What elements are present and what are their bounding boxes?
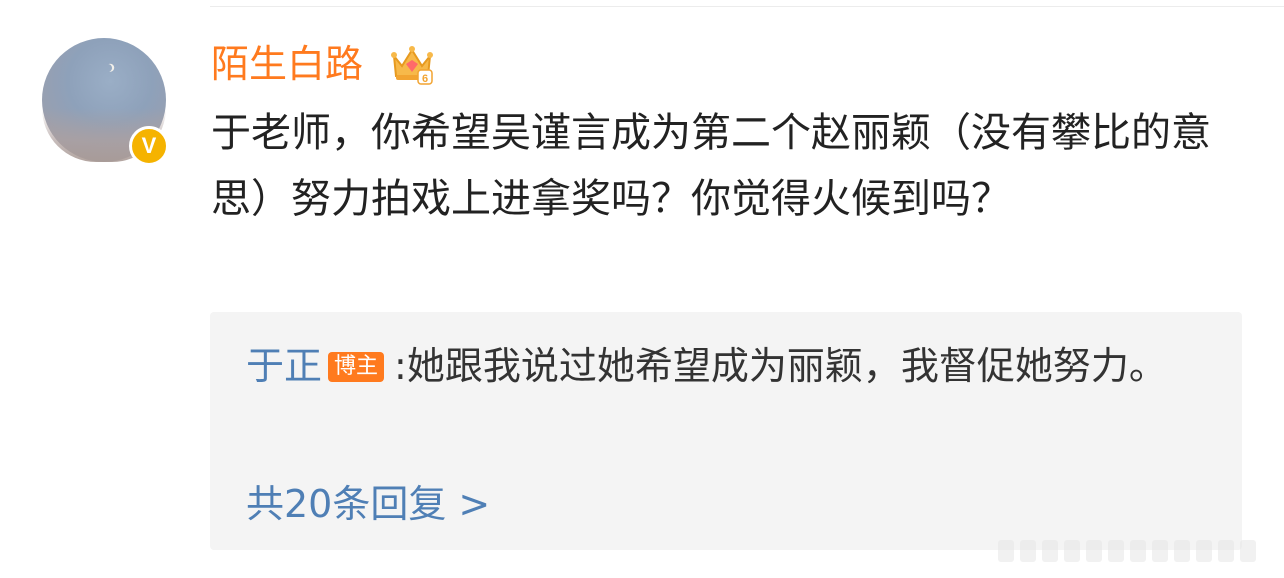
svg-text:6: 6 bbox=[422, 73, 428, 85]
top-divider bbox=[210, 6, 1284, 7]
comment-username[interactable]: 陌生白路 bbox=[211, 38, 363, 90]
watermark-image bbox=[998, 540, 1256, 562]
reply-text: 她跟我说过她希望成为丽颖，我督促她努力。 bbox=[406, 344, 1167, 388]
reply-separator: : bbox=[394, 344, 407, 388]
comment-card: V 陌生白路 6 于老师，你希望吴谨言成为第二个赵丽颖（没有攀比的意思）努力拍戏… bbox=[0, 0, 1284, 578]
reply-box[interactable]: 于正 博主:她跟我说过她希望成为丽颖，我督促她努力。 共20条回复 > bbox=[210, 312, 1242, 550]
author-badge: 博主 bbox=[328, 352, 385, 382]
moon-image-detail bbox=[103, 63, 113, 73]
reply-line: 于正 博主:她跟我说过她希望成为丽颖，我督促她努力。 bbox=[246, 332, 1206, 400]
more-replies-link[interactable]: 共20条回复 > bbox=[246, 476, 490, 532]
crown-level-icon: 6 bbox=[391, 46, 433, 85]
verified-v-icon: V bbox=[129, 126, 169, 166]
comment-text: 于老师，你希望吴谨言成为第二个赵丽颖（没有攀比的意思）努力拍戏上进拿奖吗？你觉得… bbox=[211, 110, 1211, 222]
reply-author[interactable]: 于正 bbox=[246, 344, 322, 388]
